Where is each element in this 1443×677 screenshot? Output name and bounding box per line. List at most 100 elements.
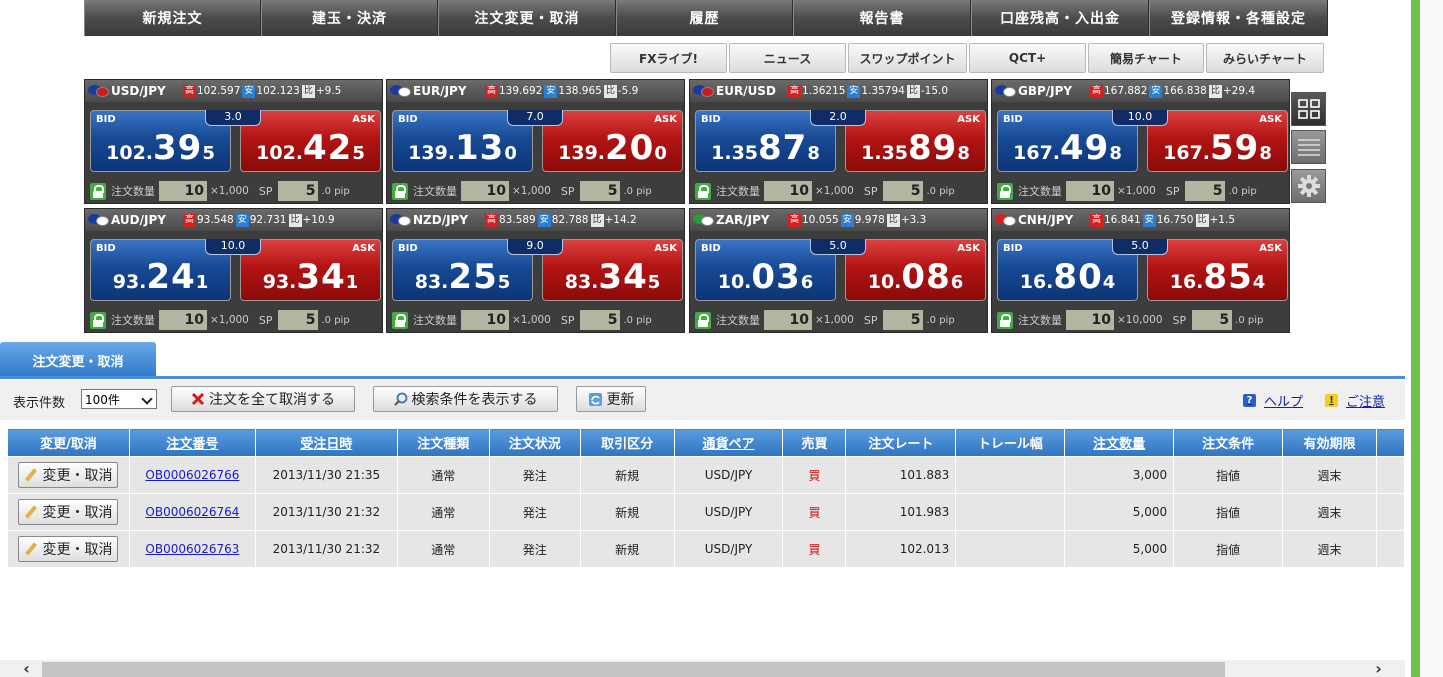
- lock-icon[interactable]: [392, 182, 408, 200]
- low-value: 166.838: [1163, 85, 1207, 97]
- ask-button[interactable]: ASK 139.200: [542, 110, 683, 172]
- ask-price: 1.35898: [846, 128, 985, 168]
- sp-input[interactable]: 5: [580, 181, 621, 201]
- tab-order-change-cancel[interactable]: 注文変更・取消: [0, 342, 156, 378]
- change-cancel-button[interactable]: 変更・取消: [18, 462, 119, 488]
- pip-unit: .0 pip: [321, 314, 350, 326]
- column-header[interactable]: 通貨ペア: [673, 428, 784, 457]
- nav-registration-settings[interactable]: 登録情報・各種設定: [1149, 0, 1328, 36]
- sp-input[interactable]: 5: [883, 181, 924, 201]
- ask-button[interactable]: ASK 102.425: [240, 110, 381, 172]
- panel-header: AUD/JPY 高 93.548 安 92.731 比 +10.9: [85, 209, 382, 231]
- qty-input[interactable]: 10: [1066, 181, 1114, 201]
- currency-flag-icon: [995, 84, 1017, 98]
- lock-icon[interactable]: [392, 311, 408, 329]
- lock-icon[interactable]: [997, 182, 1013, 200]
- lock-icon[interactable]: [695, 182, 711, 200]
- ask-label: ASK: [1259, 243, 1282, 254]
- cell-trail: [955, 456, 1066, 494]
- qty-input[interactable]: 10: [764, 181, 812, 201]
- sp-input[interactable]: 5: [278, 181, 319, 201]
- count-select[interactable]: 100件: [81, 389, 157, 409]
- ask-label: ASK: [654, 243, 677, 254]
- lock-icon[interactable]: [695, 311, 711, 329]
- sp-input[interactable]: 5: [1185, 181, 1226, 201]
- qty-input[interactable]: 10: [159, 181, 207, 201]
- cell-id[interactable]: OB0006026764: [128, 493, 256, 531]
- subnav-swap-point[interactable]: スワップポイント: [848, 43, 967, 73]
- sp-input[interactable]: 5: [883, 310, 924, 330]
- cell-pair: USD/JPY: [673, 530, 784, 568]
- qty-label: 注文数量: [1018, 314, 1062, 327]
- nav-new-order[interactable]: 新規注文: [84, 0, 261, 36]
- subnav-mirai-chart[interactable]: みらいチャート: [1206, 43, 1324, 73]
- ask-button[interactable]: ASK 1.35898: [845, 110, 986, 172]
- low-price: 安 166.838: [1149, 84, 1207, 98]
- qty-input[interactable]: 10: [1066, 310, 1114, 330]
- grid-view-icon[interactable]: [1291, 92, 1326, 126]
- column-header[interactable]: 受注日時: [254, 428, 398, 457]
- cell-id[interactable]: OB0006026763: [128, 530, 256, 568]
- sp-input[interactable]: 5: [580, 310, 621, 330]
- low-price: 安 1.35794: [847, 84, 905, 98]
- lock-icon[interactable]: [90, 182, 106, 200]
- subnav-news[interactable]: ニュース: [729, 43, 846, 73]
- change-cancel-button[interactable]: 変更・取消: [18, 536, 119, 562]
- nav-reports[interactable]: 報告書: [793, 0, 971, 36]
- rate-panel: EUR/USD 高 1.36215 安 1.35794 比 -15.0 2.0 BID 1.358…: [689, 79, 988, 204]
- pair-name: AUD/JPY: [111, 213, 166, 227]
- ask-price-pip: 5: [352, 143, 365, 164]
- list-view-icon[interactable]: [1291, 130, 1326, 164]
- gear-icon[interactable]: [1291, 169, 1326, 203]
- horizontal-scrollbar[interactable]: ‹ ›: [0, 660, 1405, 677]
- refresh-button[interactable]: 更新: [576, 386, 646, 412]
- show-search-button[interactable]: 検索条件を表示する: [373, 386, 558, 412]
- ask-price-pip: 8: [957, 143, 970, 164]
- cell-exp: 週末: [1282, 456, 1377, 494]
- sp-input[interactable]: 5: [278, 310, 319, 330]
- panel-footer: 注文数量 10 ×1,000 SP 5.0 pip: [90, 180, 379, 202]
- nav-history[interactable]: 履歴: [616, 0, 793, 36]
- cancel-all-button[interactable]: 注文を全て取消する: [171, 386, 355, 412]
- help-link[interactable]: ? ヘルプ: [1243, 391, 1303, 410]
- nav-position-settle[interactable]: 建玉・決済: [261, 0, 438, 36]
- subnav-qct[interactable]: QCT+: [969, 43, 1086, 73]
- qty-input[interactable]: 10: [159, 310, 207, 330]
- high-value: 167.882: [1104, 85, 1148, 97]
- qty-input[interactable]: 10: [764, 310, 812, 330]
- change-price: 比 +14.2: [590, 213, 637, 227]
- ask-button[interactable]: ASK 93.341: [240, 239, 381, 301]
- subnav-fx-live[interactable]: FXライブ!: [610, 43, 727, 73]
- ask-button[interactable]: ASK 83.345: [542, 239, 683, 301]
- cell-cond: 指値: [1173, 456, 1284, 494]
- scroll-right-icon[interactable]: ›: [1370, 660, 1387, 677]
- nav-order-change-cancel[interactable]: 注文変更・取消: [438, 0, 616, 36]
- cell-cond: 指値: [1173, 493, 1284, 531]
- ask-button[interactable]: ASK 10.086: [845, 239, 986, 301]
- subnav-simple-chart[interactable]: 簡易チャート: [1088, 43, 1204, 73]
- low-tag: 安: [1149, 84, 1163, 98]
- column-header[interactable]: 注文番号: [128, 428, 256, 457]
- ask-button[interactable]: ASK 167.598: [1147, 110, 1288, 172]
- bid-price-prefix: 93.: [112, 271, 147, 293]
- change-price: 比 +1.5: [1195, 213, 1235, 227]
- sp-label: SP: [863, 313, 878, 327]
- nav-account-balance[interactable]: 口座残高・入出金: [971, 0, 1149, 36]
- lock-icon[interactable]: [997, 311, 1013, 329]
- sp-label: SP: [258, 313, 273, 327]
- spread-value: 2.0: [810, 110, 866, 126]
- scrollbar-thumb[interactable]: [42, 662, 1225, 677]
- scroll-left-icon[interactable]: ‹: [18, 660, 35, 677]
- notice-link[interactable]: ! ご注意: [1325, 391, 1385, 410]
- lock-icon[interactable]: [90, 311, 106, 329]
- qty-input[interactable]: 10: [461, 181, 509, 201]
- qty-input[interactable]: 10: [461, 310, 509, 330]
- bid-price-pip: 5: [497, 272, 511, 293]
- column-header[interactable]: 注文数量: [1064, 428, 1175, 457]
- notice-label: ご注意: [1346, 395, 1386, 410]
- ask-button[interactable]: ASK 16.854: [1147, 239, 1288, 301]
- cell-id[interactable]: OB0006026766: [128, 456, 256, 494]
- change-cancel-button[interactable]: 変更・取消: [18, 499, 119, 525]
- change-tag: 比: [603, 84, 617, 98]
- sp-input[interactable]: 5: [1192, 310, 1233, 330]
